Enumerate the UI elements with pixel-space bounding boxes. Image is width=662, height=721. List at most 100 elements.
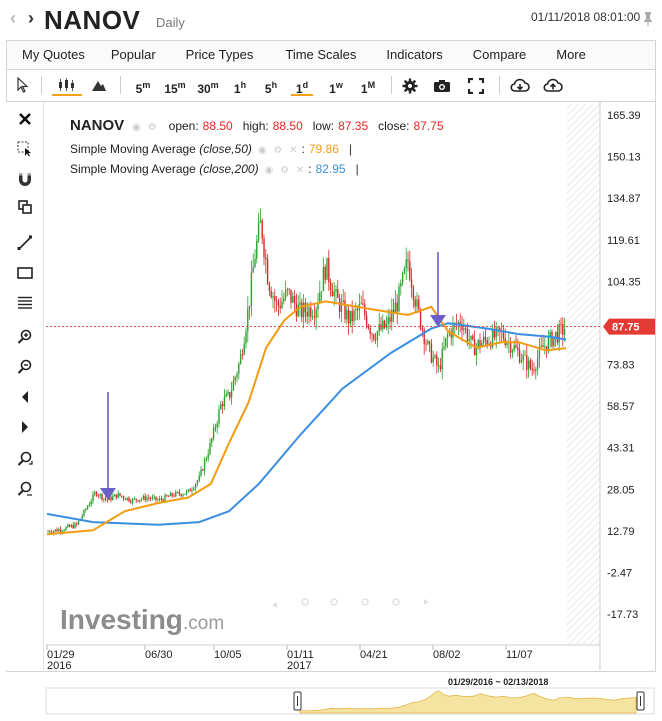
chevron-right-icon[interactable]: › bbox=[28, 8, 34, 29]
candle-body bbox=[99, 494, 101, 496]
candle-body bbox=[517, 347, 519, 350]
candle-body bbox=[279, 305, 281, 308]
legend-visibility-icons[interactable]: ◉ ⚙ bbox=[132, 122, 158, 133]
candle-body bbox=[472, 335, 474, 340]
x-tick-label: 06/30 bbox=[145, 649, 173, 661]
candle-body bbox=[515, 345, 517, 348]
candle-body bbox=[410, 279, 413, 288]
candle-body bbox=[428, 341, 431, 344]
candlestick-icon bbox=[59, 78, 74, 91]
candle-body bbox=[425, 343, 427, 345]
candle-body bbox=[104, 498, 107, 500]
sma200-controls-icons[interactable]: ◉ ⚙ ✕ bbox=[265, 165, 307, 176]
candle-body bbox=[383, 320, 386, 328]
candle-body bbox=[322, 266, 325, 292]
candle-body bbox=[74, 523, 76, 529]
legend-open-label: open: bbox=[168, 119, 199, 133]
candle-body bbox=[142, 496, 145, 499]
candle-body bbox=[146, 497, 148, 501]
candle-body bbox=[441, 348, 443, 370]
candle-body bbox=[533, 369, 535, 371]
x-tick-year: 2016 bbox=[47, 660, 71, 672]
candle-body bbox=[337, 289, 339, 299]
area-type-button[interactable] bbox=[87, 74, 111, 96]
candle-body bbox=[241, 354, 244, 356]
candle-body bbox=[551, 331, 553, 347]
price-chart[interactable]: Investing .com 165.39 150.13 134.87 119.61 1… bbox=[0, 102, 662, 680]
candle-body bbox=[207, 454, 209, 459]
candle-body bbox=[218, 409, 220, 424]
candle-body bbox=[115, 494, 118, 498]
candle-body bbox=[133, 498, 136, 500]
candle-body bbox=[380, 324, 382, 330]
candle-body bbox=[221, 404, 224, 407]
candle-body bbox=[191, 489, 193, 492]
timeframe-1d[interactable]: 1d bbox=[291, 74, 313, 96]
candlestick-type-button[interactable] bbox=[52, 74, 82, 96]
candle-body bbox=[311, 316, 314, 318]
candle-body bbox=[171, 493, 173, 496]
candle-body bbox=[160, 498, 163, 500]
timeframe-1M[interactable]: 1M bbox=[357, 74, 379, 96]
navigator[interactable]: 01/29/2016 ~ 02/13/2018 bbox=[0, 676, 662, 721]
menu-price-types[interactable]: Price Types bbox=[169, 41, 271, 69]
camera-icon[interactable] bbox=[433, 79, 451, 93]
candle-body bbox=[414, 299, 416, 307]
menu-time-scales[interactable]: Time Scales bbox=[270, 41, 371, 69]
candle-body bbox=[400, 283, 402, 287]
candle-body bbox=[137, 500, 139, 502]
cursor-icon[interactable] bbox=[16, 77, 30, 93]
timeframe-5h[interactable]: 5h bbox=[261, 74, 281, 96]
candle-body bbox=[59, 529, 62, 532]
timeframe-30m[interactable]: 30m bbox=[193, 74, 223, 96]
timeframe-1h[interactable]: 1h bbox=[230, 74, 250, 96]
candle-body bbox=[236, 373, 238, 378]
y-tick-label: 150.13 bbox=[607, 152, 641, 164]
legend-close-label: close: bbox=[378, 119, 410, 133]
candle-body bbox=[531, 368, 533, 370]
timeframe-1w[interactable]: 1w bbox=[325, 74, 347, 96]
sma50-controls-icons[interactable]: ◉ ⚙ ✕ bbox=[258, 145, 300, 156]
timeframe-5m[interactable]: 5m bbox=[131, 74, 155, 96]
candle-body bbox=[83, 509, 85, 516]
cloud-upload-icon[interactable] bbox=[543, 78, 563, 94]
candle-body bbox=[229, 392, 231, 398]
candle-body bbox=[61, 530, 64, 532]
candle-body bbox=[254, 258, 256, 268]
candle-body bbox=[544, 346, 546, 348]
candle-body bbox=[180, 494, 182, 496]
candle-body bbox=[225, 393, 227, 397]
menu-popular[interactable]: Popular bbox=[98, 41, 169, 69]
candle-body bbox=[396, 302, 398, 312]
candle-body bbox=[520, 360, 523, 363]
candle-body bbox=[252, 267, 254, 273]
candle-body bbox=[151, 497, 154, 499]
menu-indicators[interactable]: Indicators bbox=[371, 41, 457, 69]
sma50-divider: | bbox=[348, 142, 353, 156]
candle-body bbox=[113, 494, 116, 497]
candle-body bbox=[290, 289, 292, 303]
last-price-tag-text: 87.75 bbox=[612, 322, 640, 334]
cloud-download-icon[interactable] bbox=[510, 78, 530, 94]
timeframe-15m[interactable]: 15m bbox=[161, 74, 189, 96]
candle-body bbox=[182, 494, 184, 496]
gear-icon[interactable] bbox=[402, 78, 418, 94]
menu-my-quotes[interactable]: My Quotes bbox=[7, 41, 98, 69]
candle-body bbox=[452, 324, 454, 338]
pin-icon[interactable] bbox=[641, 11, 655, 27]
candle-body bbox=[110, 496, 112, 501]
candle-body bbox=[126, 497, 128, 500]
fullscreen-icon[interactable] bbox=[468, 78, 484, 94]
candle-body bbox=[243, 343, 245, 355]
chevron-left-icon[interactable]: ‹ bbox=[10, 8, 16, 29]
toolbar-separator bbox=[120, 76, 121, 94]
candle-body bbox=[189, 489, 191, 492]
candle-body bbox=[328, 258, 330, 282]
mountain-icon bbox=[92, 81, 106, 91]
candle-body bbox=[542, 345, 544, 348]
candle-body bbox=[187, 489, 190, 491]
menu-compare[interactable]: Compare bbox=[458, 41, 541, 69]
x-tick-label: 04/21 bbox=[360, 649, 388, 661]
candle-body bbox=[63, 530, 65, 531]
menu-more[interactable]: More bbox=[541, 41, 601, 69]
